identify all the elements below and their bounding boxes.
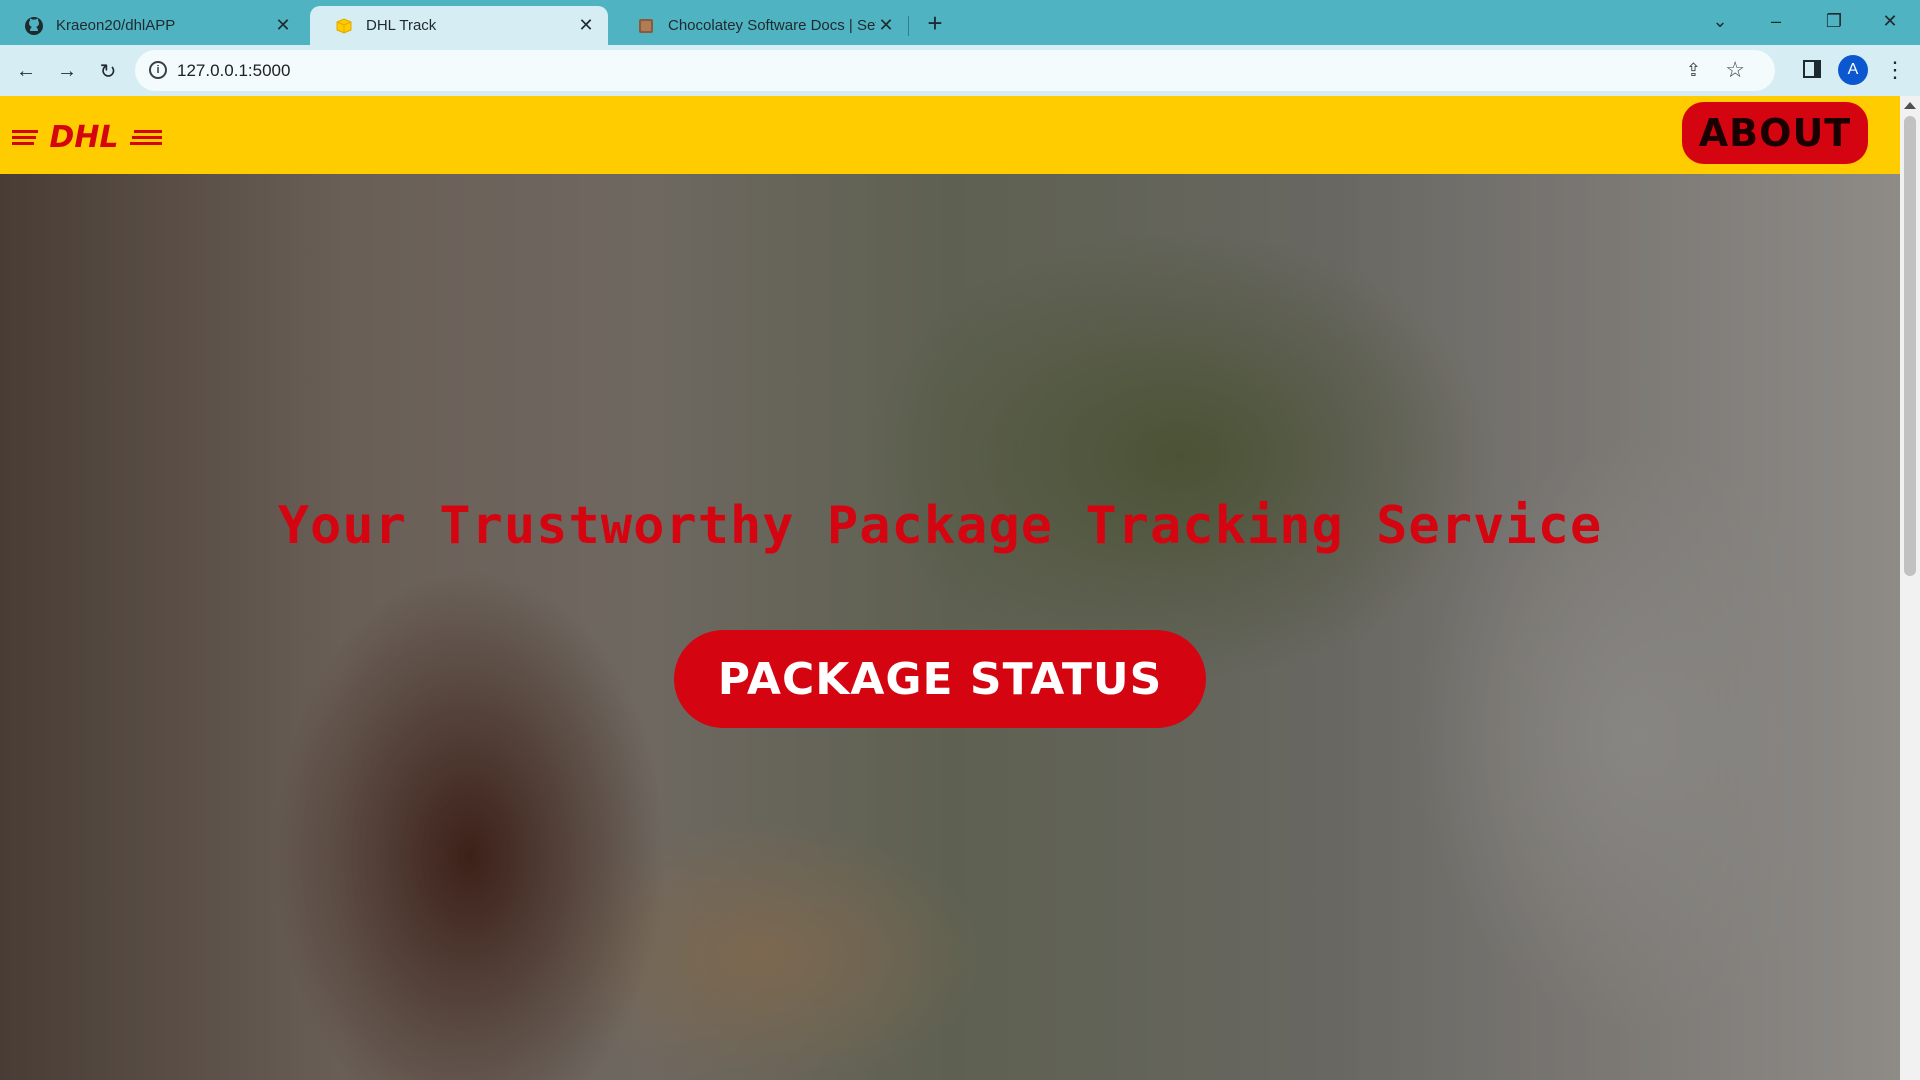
close-window-icon[interactable]: ✕ [1870, 4, 1910, 38]
reload-icon[interactable]: ↻ [92, 55, 124, 87]
back-arrow-icon[interactable]: ← [10, 55, 42, 87]
side-panel-icon[interactable] [1803, 60, 1821, 78]
page-viewport: DHL ABOUT Your Trustworthy Package Track… [0, 96, 1900, 1080]
new-tab-icon[interactable]: + [920, 8, 950, 38]
tab-dhl-track[interactable]: DHL Track ✕ [310, 6, 608, 45]
github-icon [25, 16, 43, 35]
share-icon[interactable]: ⇪ [1686, 60, 1701, 81]
dhl-favicon-icon [336, 17, 352, 34]
page-scrollbar[interactable] [1900, 96, 1920, 1080]
scrollbar-thumb[interactable] [1904, 116, 1916, 576]
forward-arrow-icon[interactable]: → [51, 55, 83, 87]
hero-headline: Your Trustworthy Package Tracking Servic… [277, 496, 1603, 556]
url-text[interactable]: 127.0.0.1:5000 [177, 61, 290, 81]
minimize-icon[interactable]: – [1756, 4, 1796, 38]
close-tab-icon[interactable]: ✕ [876, 15, 896, 36]
tab-search-chevron-icon[interactable]: ⌄ [1700, 4, 1740, 38]
address-bar[interactable]: i 127.0.0.1:5000 ⇪ ☆ [135, 50, 1775, 91]
tab-separator [908, 16, 909, 36]
browser-tab-strip: Kraeon20/dhlAPP ✕ DHL Track ✕ Chocolatey… [0, 0, 1920, 45]
browser-toolbar: ← → ↻ i 127.0.0.1:5000 ⇪ ☆ A ⋮ [0, 45, 1920, 96]
scroll-up-arrow-icon[interactable] [1904, 102, 1916, 109]
package-status-button[interactable]: PACKAGE STATUS [674, 630, 1206, 728]
tab-github[interactable]: Kraeon20/dhlAPP ✕ [0, 6, 305, 45]
close-tab-icon[interactable]: ✕ [273, 15, 293, 36]
chocolatey-favicon-icon [639, 18, 653, 33]
tab-title: Chocolatey Software Docs | Setu [668, 17, 876, 34]
logo-text: DHL [49, 120, 118, 154]
profile-avatar[interactable]: A [1838, 55, 1868, 85]
tab-title: Kraeon20/dhlAPP [56, 17, 176, 34]
restore-icon[interactable]: ❐ [1814, 4, 1854, 38]
tab-chocolatey-docs[interactable]: Chocolatey Software Docs | Setu ✕ [612, 6, 908, 45]
bookmark-star-icon[interactable]: ☆ [1725, 57, 1745, 83]
about-button[interactable]: ABOUT [1682, 102, 1868, 164]
tab-title: DHL Track [366, 17, 437, 34]
hero-background-image [0, 96, 1900, 1080]
close-tab-icon[interactable]: ✕ [576, 15, 596, 36]
dhl-logo[interactable]: DHL [12, 118, 162, 154]
site-header: DHL ABOUT [0, 96, 1900, 174]
site-info-icon[interactable]: i [149, 61, 167, 79]
browser-menu-icon[interactable]: ⋮ [1880, 55, 1910, 85]
